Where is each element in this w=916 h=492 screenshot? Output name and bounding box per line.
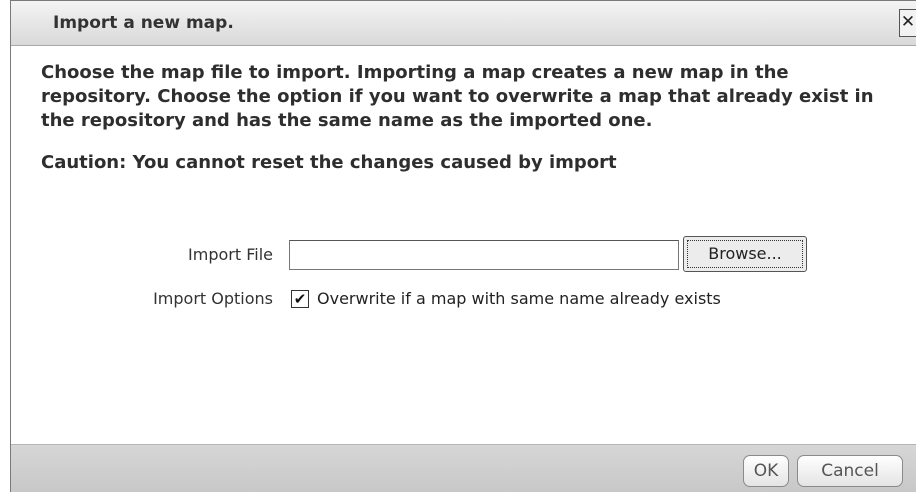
caution-text: Caution: You cannot reset the changes ca… <box>41 152 617 173</box>
browse-button-label: Browse... <box>687 240 803 268</box>
close-icon: ✕ <box>900 12 916 32</box>
import-map-dialog: Import a new map. ✕ Choose the map file … <box>10 0 916 492</box>
dialog-description: Choose the map file to import. Importing… <box>41 62 874 131</box>
dialog-footer: OK Cancel <box>11 444 916 492</box>
checkmark-icon: ✔ <box>293 290 307 308</box>
import-file-input[interactable] <box>289 240 679 270</box>
browse-button[interactable]: Browse... <box>683 236 807 272</box>
dialog-title: Import a new map. <box>53 13 234 33</box>
cancel-button[interactable]: Cancel <box>797 455 903 487</box>
import-file-label: Import File <box>188 245 273 264</box>
dialog-titlebar[interactable]: Import a new map. ✕ <box>11 1 916 46</box>
overwrite-label[interactable]: Overwrite if a map with same name alread… <box>317 289 721 308</box>
close-button[interactable]: ✕ <box>899 9 916 37</box>
dialog-content: Choose the map file to import. Importing… <box>41 61 886 175</box>
overwrite-checkbox[interactable]: ✔ <box>291 290 309 308</box>
ok-button[interactable]: OK <box>743 455 789 487</box>
import-options-label: Import Options <box>153 289 273 308</box>
